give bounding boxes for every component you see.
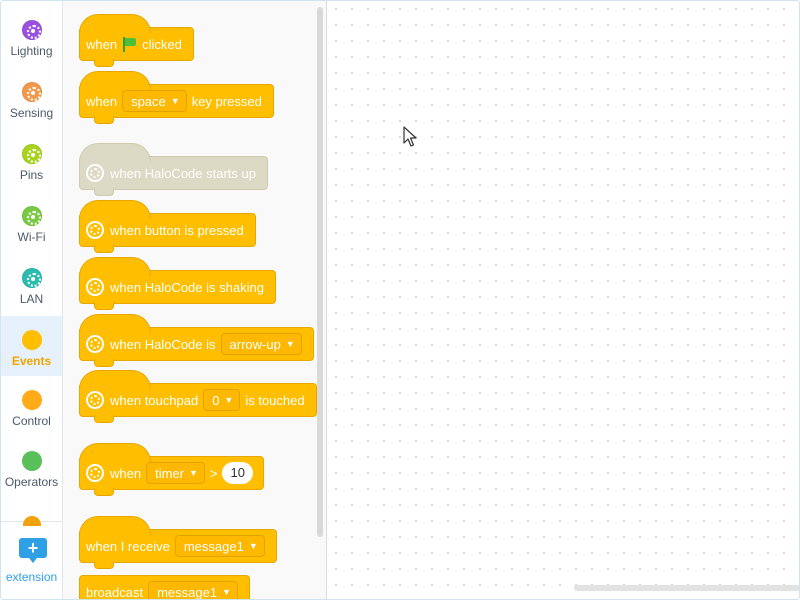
- block-text: when HaloCode is: [110, 336, 216, 352]
- touchpad-dropdown[interactable]: 0 ▼: [203, 389, 241, 411]
- category-lighting[interactable]: Lighting: [1, 13, 62, 73]
- block-text: when: [86, 36, 118, 52]
- block-text: when I receive: [86, 538, 170, 554]
- category-label: Control: [12, 414, 51, 428]
- next-category-dot-icon: [23, 516, 41, 526]
- dropdown-value: timer: [155, 465, 184, 481]
- broadcast-message-dropdown[interactable]: message1 ▼: [148, 581, 238, 599]
- pins-icon: [22, 144, 42, 164]
- halocode-icon: [86, 164, 104, 182]
- dropdown-value: message1: [157, 584, 218, 600]
- when-halocode-starts-up-block[interactable]: when HaloCode starts up: [79, 143, 268, 196]
- lan-icon: [22, 268, 42, 288]
- category-label: Pins: [19, 168, 44, 182]
- control-dot-icon: [22, 390, 42, 410]
- dropdown-arrow-icon: ▼: [170, 96, 180, 106]
- category-wifi[interactable]: Wi-Fi: [1, 199, 62, 259]
- category-label: Operators: [4, 475, 59, 489]
- block-text: when: [110, 465, 142, 481]
- extension-label[interactable]: extension: [1, 570, 62, 584]
- category-lan[interactable]: LAN: [1, 261, 62, 321]
- block-text: when HaloCode is shaking: [110, 279, 264, 295]
- broadcast-block[interactable]: broadcast message1 ▼: [79, 575, 250, 599]
- dropdown-arrow-icon: ▼: [248, 541, 258, 551]
- halocode-icon: [86, 221, 104, 239]
- when-flag-clicked-block[interactable]: when clicked: [79, 14, 194, 67]
- dropdown-value: 0: [212, 392, 220, 408]
- mouse-cursor-icon: [403, 126, 417, 147]
- category-sensing[interactable]: Sensing: [1, 75, 62, 135]
- dropdown-arrow-icon: ▼: [224, 395, 234, 405]
- when-timer-greater-block[interactable]: when timer ▼ > 10: [79, 443, 264, 496]
- script-workspace[interactable]: [328, 1, 799, 599]
- category-control[interactable]: Control: [1, 383, 62, 443]
- dropdown-arrow-icon: ▼: [188, 468, 198, 478]
- category-label: Sensing: [9, 106, 54, 120]
- dropdown-arrow-icon: ▼: [285, 339, 295, 349]
- halocode-icon: [86, 391, 104, 409]
- dropdown-value: space: [131, 93, 166, 109]
- lighting-icon: [22, 20, 42, 40]
- halocode-icon: [86, 335, 104, 353]
- when-halocode-is-block[interactable]: when HaloCode is arrow-up ▼: [79, 314, 314, 367]
- green-flag-icon: [122, 36, 137, 52]
- wifi-icon: [22, 206, 42, 226]
- workspace-horizontal-scrollbar[interactable]: [574, 585, 799, 591]
- block-text: when HaloCode starts up: [110, 165, 256, 181]
- palette-scrollbar[interactable]: [317, 7, 323, 537]
- category-label: Lighting: [10, 44, 53, 58]
- when-touchpad-touched-block[interactable]: when touchpad 0 ▼ is touched: [79, 370, 317, 423]
- threshold-input[interactable]: 10: [222, 462, 253, 484]
- key-dropdown[interactable]: space ▼: [122, 90, 187, 112]
- add-extension-button[interactable]: +: [19, 538, 47, 563]
- app-window: Lighting Sensing Pins Wi-Fi LAN Events C…: [0, 0, 800, 600]
- block-text: is touched: [245, 392, 305, 408]
- sensor-dropdown[interactable]: timer ▼: [146, 462, 205, 484]
- when-halocode-shaking-block[interactable]: when HaloCode is shaking: [79, 257, 276, 310]
- block-text: clicked: [142, 36, 182, 52]
- block-text: when touchpad: [110, 392, 199, 408]
- dropdown-value: arrow-up: [229, 336, 281, 352]
- when-button-pressed-block[interactable]: when button is pressed: [79, 200, 256, 253]
- halocode-icon: [86, 278, 104, 296]
- category-operators[interactable]: Operators: [1, 444, 62, 504]
- block-text: broadcast: [86, 584, 144, 600]
- category-pins[interactable]: Pins: [1, 137, 62, 197]
- category-label: LAN: [19, 292, 44, 306]
- block-text: when: [86, 93, 118, 109]
- when-key-pressed-block[interactable]: when space ▼ key pressed: [79, 71, 274, 124]
- tilt-dropdown[interactable]: arrow-up ▼: [220, 333, 302, 355]
- category-label: Events: [11, 354, 52, 368]
- category-label: Wi-Fi: [17, 230, 46, 244]
- dropdown-arrow-icon: ▼: [222, 587, 231, 597]
- message-dropdown[interactable]: message1 ▼: [174, 535, 265, 557]
- extension-area: + extension: [1, 516, 62, 599]
- operators-dot-icon: [22, 451, 42, 471]
- block-palette: when clicked when space ▼ key pressed wh…: [63, 1, 327, 599]
- dropdown-value: message1: [183, 538, 244, 554]
- operator-text: >: [209, 465, 218, 481]
- when-i-receive-block[interactable]: when I receive message1 ▼: [79, 516, 277, 569]
- halocode-icon: [86, 464, 104, 482]
- block-text: when button is pressed: [110, 222, 244, 238]
- category-sidebar: Lighting Sensing Pins Wi-Fi LAN Events C…: [1, 1, 63, 599]
- block-text: key pressed: [191, 93, 262, 109]
- events-dot-icon: [22, 330, 42, 350]
- sensing-icon: [22, 82, 42, 102]
- category-events[interactable]: Events: [1, 316, 62, 376]
